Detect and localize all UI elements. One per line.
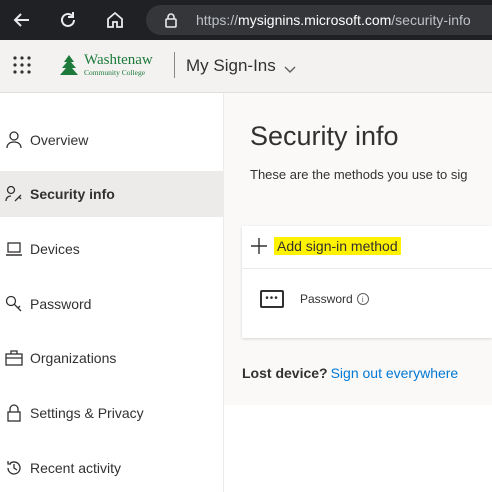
header-divider — [174, 52, 175, 78]
sidebar-item-overview[interactable]: Overview — [0, 117, 223, 163]
sidebar-nav: Overview Security info Devices Password … — [0, 93, 224, 492]
leaf-logo-icon — [60, 54, 78, 75]
sidebar-item-label: Organizations — [30, 350, 117, 366]
app-title[interactable]: My Sign-Ins — [186, 56, 276, 76]
briefcase-icon — [5, 349, 23, 367]
person-icon — [5, 131, 23, 149]
sidebar-item-recent-activity[interactable]: Recent activity — [0, 445, 223, 491]
add-sign-in-method-label: Add sign-in method — [274, 237, 401, 255]
main-content: Security info These are the methods you … — [224, 93, 492, 405]
method-name: Password — [300, 292, 353, 306]
home-icon[interactable] — [103, 8, 127, 32]
logo-subtitle: Community College — [84, 68, 146, 77]
sidebar-item-label: Devices — [30, 241, 80, 257]
sidebar-item-label: Settings & Privacy — [30, 405, 144, 421]
person-key-icon — [5, 185, 23, 203]
address-bar[interactable]: https://mysignins.microsoft.com/security… — [146, 5, 492, 35]
sidebar-item-organizations[interactable]: Organizations — [0, 335, 223, 381]
app-launcher-icon[interactable] — [12, 55, 32, 75]
lost-device-row: Lost device? Sign out everywhere — [242, 365, 458, 381]
sign-out-everywhere-link[interactable]: Sign out everywhere — [331, 365, 459, 381]
page-subtitle: These are the methods you use to sig — [250, 167, 468, 182]
sidebar-item-devices[interactable]: Devices — [0, 226, 223, 272]
divider — [242, 268, 492, 269]
sidebar-item-label: Overview — [30, 132, 89, 148]
chevron-down-icon[interactable] — [284, 61, 296, 79]
logo-name: Washtenaw — [84, 52, 153, 68]
lost-device-label: Lost device? — [242, 365, 328, 381]
back-icon[interactable] — [10, 8, 34, 32]
sidebar-item-settings-privacy[interactable]: Settings & Privacy — [0, 390, 223, 436]
sidebar-item-security-info[interactable]: Security info — [0, 171, 223, 217]
sidebar-item-label: Password — [30, 296, 92, 312]
history-icon — [5, 459, 23, 477]
org-logo[interactable]: Washtenaw Community College — [58, 53, 153, 77]
methods-card: Add sign-in method ••• Password i — [242, 226, 492, 338]
page-title: Security info — [250, 121, 399, 151]
browser-toolbar: https://mysignins.microsoft.com/security… — [0, 0, 492, 40]
add-sign-in-method-button[interactable]: Add sign-in method — [250, 235, 401, 257]
plus-icon — [251, 238, 267, 254]
sidebar-item-label: Security info — [30, 186, 115, 202]
reload-icon[interactable] — [56, 8, 80, 32]
laptop-icon — [5, 240, 23, 258]
sidebar-item-password[interactable]: Password — [0, 281, 223, 327]
lock-icon[interactable] — [164, 12, 178, 33]
password-icon: ••• — [260, 290, 284, 308]
lock-icon — [5, 404, 23, 422]
key-icon — [5, 295, 23, 313]
app-header: Washtenaw Community College My Sign-Ins — [0, 40, 492, 93]
sidebar-item-label: Recent activity — [30, 460, 122, 476]
url-text: https://mysignins.microsoft.com/security… — [196, 12, 471, 28]
info-icon[interactable]: i — [356, 293, 369, 305]
method-row-password: ••• Password i — [260, 290, 369, 308]
